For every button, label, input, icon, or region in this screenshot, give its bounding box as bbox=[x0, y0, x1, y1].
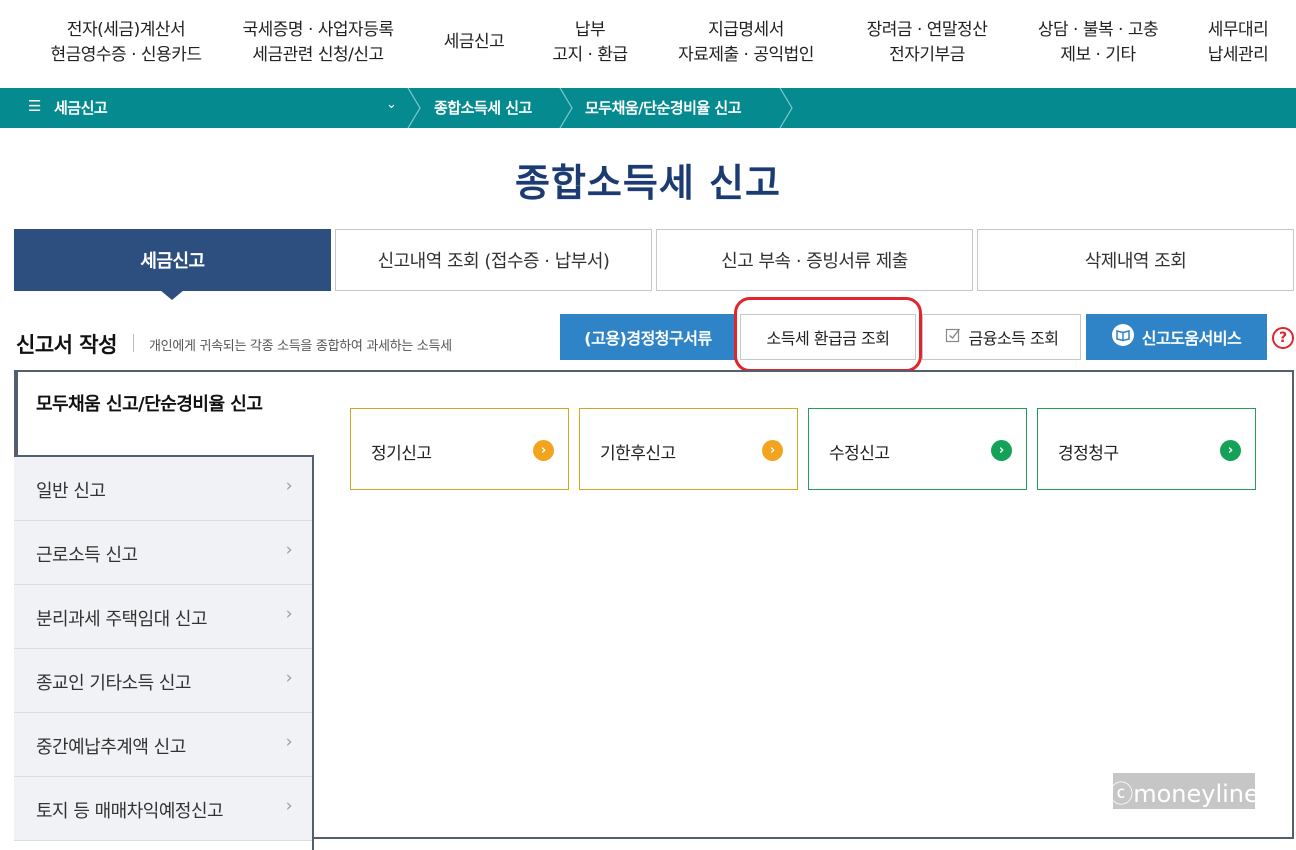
chevron-right-icon: › bbox=[285, 796, 293, 816]
chevron-right-icon: › bbox=[1220, 440, 1241, 461]
financial-income-label: 금융소득 조회 bbox=[968, 329, 1059, 348]
breadcrumb-separator-icon bbox=[407, 88, 421, 128]
sidebar-item-earned-income[interactable]: 근로소득 신고 › bbox=[14, 521, 312, 585]
nav-tax-filing[interactable]: 세금신고 bbox=[424, 30, 524, 55]
active-tab-pointer bbox=[160, 290, 184, 300]
chevron-right-icon: › bbox=[285, 476, 293, 496]
chevron-right-icon: › bbox=[285, 604, 293, 624]
breadcrumb-separator-icon bbox=[779, 88, 793, 128]
checkbox-icon bbox=[945, 327, 961, 347]
card-amended-filing[interactable]: 수정신고 › bbox=[808, 408, 1027, 490]
tab-deleted-history[interactable]: 삭제내역 조회 bbox=[977, 229, 1294, 291]
chevron-right-icon: › bbox=[991, 440, 1012, 461]
sidebar-item-land-gain[interactable]: 토지 등 매매차익예정신고 › bbox=[14, 777, 312, 841]
help-icon[interactable]: ? bbox=[1272, 327, 1294, 349]
claim-docs-button[interactable]: (고용)경정청구서류 bbox=[560, 314, 736, 360]
refund-lookup-button[interactable]: 소득세 환급금 조회 bbox=[740, 314, 916, 360]
section-description: 개인에게 귀속되는 각종 소득을 종합하여 과세하는 소득세 bbox=[149, 339, 452, 354]
page-title: 종합소득세 신고 bbox=[515, 161, 781, 205]
sidebar-item-religious[interactable]: 종교인 기타소득 신고 › bbox=[14, 649, 312, 713]
nav-tax-agent[interactable]: 세무대리 납세관리 bbox=[1190, 18, 1286, 68]
chevron-right-icon: › bbox=[285, 540, 293, 560]
sidebar-active-label: 모두채움 신고/단순경비율 신고 bbox=[36, 394, 263, 415]
nav-payment-statement[interactable]: 지급명세서 자료제출 · 공익법인 bbox=[660, 18, 832, 68]
tab-tax-filing[interactable]: 세금신고 bbox=[14, 229, 331, 291]
nav-e-invoice[interactable]: 전자(세금)계산서 현금영수증 · 신용카드 bbox=[36, 18, 216, 68]
sidebar: 일반 신고 › 근로소득 신고 › 분리과세 주택임대 신고 › 종교인 기타소득 신… bbox=[14, 455, 314, 850]
nav-incentive[interactable]: 장려금 · 연말정산 전자기부금 bbox=[848, 18, 1006, 68]
chevron-down-icon[interactable]: ⌄ bbox=[386, 97, 397, 112]
card-regular-filing[interactable]: 정기신고 › bbox=[350, 408, 569, 490]
section-title: 신고서 작성 bbox=[16, 333, 117, 357]
breadcrumb-home[interactable]: 세금신고 bbox=[54, 97, 108, 118]
breadcrumb-item-simple-filing[interactable]: 모두채움/단순경비율 신고 bbox=[585, 97, 742, 118]
help-service-label: 신고도움서비스 bbox=[1141, 329, 1242, 348]
breadcrumb: ☰ 세금신고 ⌄ 종합소득세 신고 모두채움/단순경비율 신고 bbox=[0, 88, 1296, 128]
tab-filing-history[interactable]: 신고내역 조회 (접수증 · 납부서) bbox=[335, 229, 652, 291]
top-nav: 전자(세금)계산서 현금영수증 · 신용카드 국세증명 · 사업자등록 세금관련… bbox=[0, 0, 1296, 88]
sidebar-item-housing-rental[interactable]: 분리과세 주택임대 신고 › bbox=[14, 585, 312, 649]
section-divider bbox=[133, 334, 134, 352]
chevron-right-icon: › bbox=[533, 440, 554, 461]
chevron-right-icon: › bbox=[285, 668, 293, 688]
sidebar-item-interim[interactable]: 중간예납추계액 신고 › bbox=[14, 713, 312, 777]
breadcrumb-separator-icon bbox=[559, 88, 573, 128]
nav-certificates[interactable]: 국세증명 · 사업자등록 세금관련 신청/신고 bbox=[228, 18, 408, 68]
sidebar-item-active[interactable]: 모두채움 신고/단순경비율 신고 bbox=[14, 370, 314, 455]
financial-income-button[interactable]: 금융소득 조회 bbox=[922, 314, 1081, 360]
card-late-filing[interactable]: 기한후신고 › bbox=[579, 408, 798, 490]
chevron-right-icon: › bbox=[285, 732, 293, 752]
book-icon bbox=[1111, 324, 1134, 350]
sidebar-item-general[interactable]: 일반 신고 › bbox=[14, 457, 312, 521]
tab-supporting-docs[interactable]: 신고 부속 · 증빙서류 제출 bbox=[656, 229, 973, 291]
watermark: ⓒmoneyline bbox=[1109, 773, 1259, 809]
breadcrumb-item-income-tax[interactable]: 종합소득세 신고 bbox=[434, 97, 532, 118]
card-correction-claim[interactable]: 경정청구 › bbox=[1037, 408, 1256, 490]
help-service-button[interactable]: 신고도움서비스 bbox=[1086, 314, 1267, 360]
nav-consult[interactable]: 상담 · 불복 · 고충 제보 · 기타 bbox=[1024, 18, 1172, 68]
chevron-right-icon: › bbox=[762, 440, 783, 461]
nav-payment[interactable]: 납부 고지 · 환급 bbox=[535, 18, 645, 68]
menu-icon[interactable]: ☰ bbox=[28, 97, 41, 115]
